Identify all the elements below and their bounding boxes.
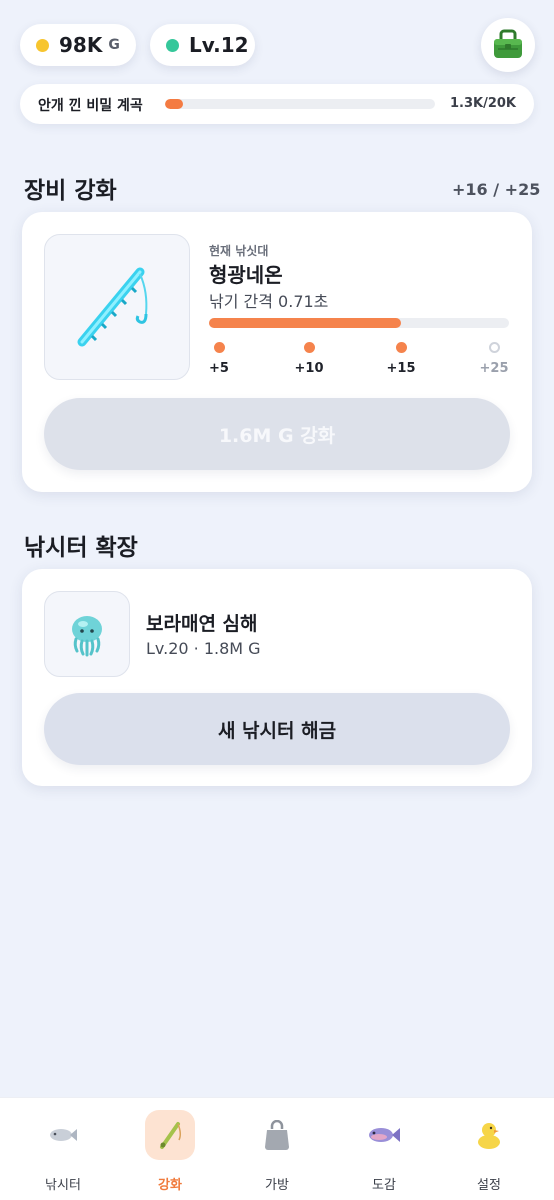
neon-fishing-rod-icon: [77, 267, 148, 347]
duck-icon: [464, 1110, 514, 1160]
fish-icon: [38, 1110, 88, 1160]
upgrade-button[interactable]: 1.6M G 강화: [44, 398, 510, 470]
nav-item-settings[interactable]: 설정: [457, 1110, 521, 1194]
gold-balance: 98K G: [20, 24, 136, 66]
collection-fish-icon: [359, 1110, 409, 1160]
nav-item-collection[interactable]: 도감: [352, 1110, 416, 1194]
nav-item-fishing-spot[interactable]: 낚시터: [31, 1110, 95, 1194]
milestone-dot: [488, 342, 500, 353]
upgrade-progress-track: [209, 318, 509, 328]
area-progress-count: 1.3K/20K: [449, 96, 516, 111]
tackle-box-icon: [494, 29, 522, 58]
gold-unit: G: [108, 37, 120, 53]
bag-icon: [252, 1110, 302, 1160]
current-rod-caption: 현재 낚싯대: [209, 244, 269, 258]
milestone-10: +10: [289, 342, 329, 376]
upgrade-level-meta: +16 / +25: [452, 180, 541, 199]
milestone-dot: [213, 342, 225, 353]
milestone-label: +5: [209, 361, 229, 376]
rod-thumbnail: [44, 234, 190, 380]
gold-coin-icon: [36, 38, 49, 52]
milestone-25: +25: [474, 342, 514, 376]
nav-label: 도감: [372, 1178, 396, 1193]
area-progress-fill: [165, 99, 183, 109]
player-level: Lv.12: [150, 24, 255, 66]
milestone-label: +25: [479, 361, 509, 376]
unlock-spot-button[interactable]: 새 낚시터 해금: [44, 693, 510, 765]
upgrade-section-title: 장비 강화: [24, 178, 117, 204]
nav-label: 강화: [158, 1178, 182, 1193]
upgrade-progress-fill: [209, 318, 401, 328]
nav-item-bag[interactable]: 가방: [245, 1110, 309, 1194]
spot-thumbnail: [44, 591, 130, 677]
expand-section-title: 낚시터 확장: [24, 535, 138, 561]
nav-item-upgrade[interactable]: 강화: [138, 1110, 202, 1194]
upgrade-card: 현재 낚싯대 형광네온 낚기 간격 0.71초 +5 +10 +15 +25 1…: [22, 212, 532, 492]
area-progress-bar[interactable]: 안개 낀 비밀 계곡 1.3K/20K: [20, 84, 534, 124]
fishing-rod-icon: [145, 1110, 195, 1160]
level-value: Lv.12: [189, 33, 249, 57]
milestone-label: +10: [294, 361, 324, 376]
bottom-nav: 낚시터 강화 가방 도감 설정: [0, 1097, 554, 1200]
level-dot-icon: [166, 38, 179, 52]
cast-interval: 낚기 간격 0.71초: [209, 292, 329, 311]
nav-label: 설정: [477, 1178, 501, 1193]
milestone-label: +15: [386, 361, 416, 376]
nav-label: 가방: [265, 1178, 289, 1193]
rod-name: 형광네온: [209, 263, 283, 287]
spot-name: 보라매연 심해: [146, 613, 258, 635]
area-name: 안개 낀 비밀 계곡: [38, 98, 143, 114]
spot-requirement: Lv.20 · 1.8M G: [146, 639, 261, 658]
tackle-box-button[interactable]: [481, 18, 535, 72]
jellyfish-icon: [72, 616, 102, 657]
milestone-dot: [395, 342, 407, 353]
expand-card: 보라매연 심해 Lv.20 · 1.8M G 새 낚시터 해금: [22, 569, 532, 786]
milestone-dot: [303, 342, 315, 353]
nav-label: 낚시터: [45, 1178, 81, 1193]
milestone-15: +15: [381, 342, 421, 376]
area-progress-track: [165, 99, 435, 109]
gold-value: 98K: [59, 33, 103, 57]
milestone-5: +5: [199, 342, 239, 376]
